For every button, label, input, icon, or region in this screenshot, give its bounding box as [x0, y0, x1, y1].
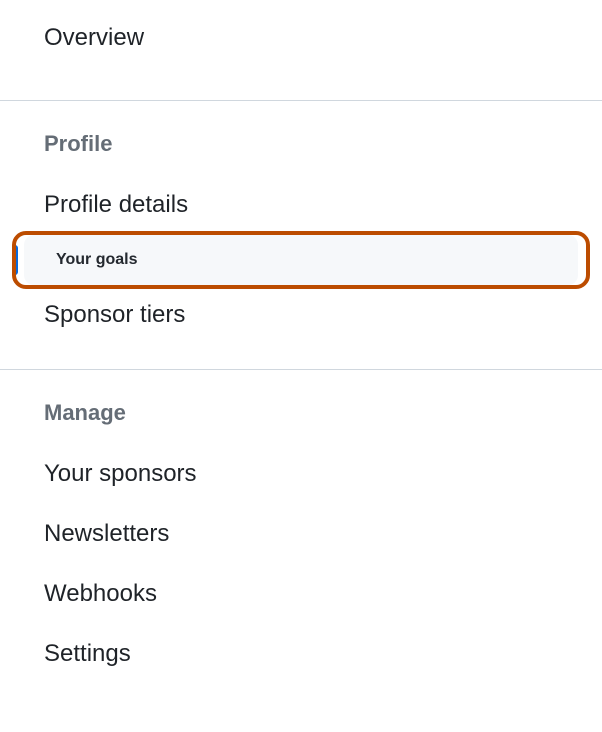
nav-section-profile: Profile Profile details Your goals Spons…: [0, 100, 602, 369]
sidebar-item-your-sponsors[interactable]: Your sponsors: [0, 444, 602, 504]
section-header-manage: Manage: [0, 370, 602, 434]
sidebar-nav: Overview Profile Profile details Your go…: [0, 0, 602, 708]
sidebar-item-settings[interactable]: Settings: [0, 624, 602, 684]
sidebar-item-label: Settings: [44, 640, 131, 667]
sidebar-item-sponsor-tiers[interactable]: Sponsor tiers: [0, 285, 602, 345]
sidebar-item-label: Profile details: [44, 191, 188, 218]
selected-indicator: [12, 245, 18, 275]
sidebar-item-your-goals[interactable]: Your goals: [24, 235, 578, 285]
nav-section-manage: Manage Your sponsors Newsletters Webhook…: [0, 369, 602, 708]
nav-section-top: Overview: [0, 0, 602, 100]
sidebar-item-newsletters[interactable]: Newsletters: [0, 504, 602, 564]
section-header-profile: Profile: [0, 101, 602, 165]
sidebar-item-label: Newsletters: [44, 520, 169, 547]
sidebar-item-label: Sponsor tiers: [44, 301, 185, 328]
section-items-profile: Profile details Your goals Sponsor tiers: [0, 165, 602, 369]
sidebar-item-overview[interactable]: Overview: [0, 0, 602, 76]
section-items-manage: Your sponsors Newsletters Webhooks Setti…: [0, 434, 602, 708]
highlight-wrapper: Your goals: [12, 235, 590, 285]
sidebar-item-label: Your sponsors: [44, 460, 197, 487]
sidebar-item-webhooks[interactable]: Webhooks: [0, 564, 602, 624]
sidebar-item-label: Your goals: [56, 251, 138, 268]
sidebar-item-label: Webhooks: [44, 580, 157, 607]
sidebar-item-profile-details[interactable]: Profile details: [0, 175, 602, 235]
sidebar-item-label: Overview: [44, 24, 144, 51]
